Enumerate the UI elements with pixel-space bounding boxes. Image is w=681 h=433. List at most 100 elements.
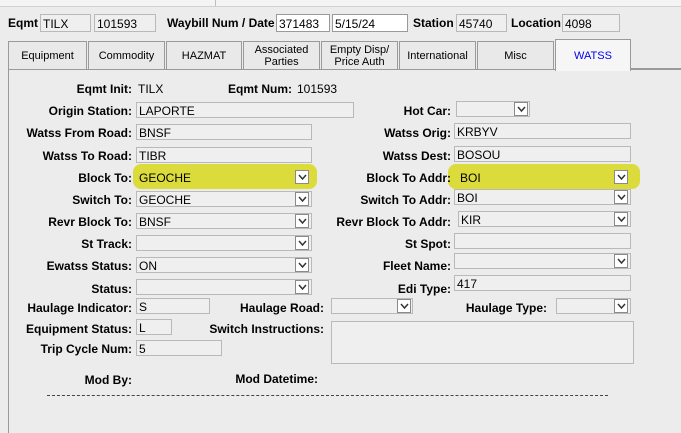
ewatss-status-label: Ewatss Status:: [46, 259, 132, 273]
haulage-indicator-field[interactable]: S: [136, 298, 210, 314]
tab-associated-parties-label: Associated Parties: [254, 43, 309, 68]
block-to-dropdown[interactable]: [295, 170, 309, 184]
chevron-down-icon: [298, 196, 307, 203]
chevron-down-icon: [298, 284, 307, 291]
watss-to-road-label: Watss To Road:: [42, 149, 132, 163]
st-spot-field[interactable]: [454, 233, 631, 249]
eqmt-label: Eqmt: [8, 16, 38, 30]
switch-to-addr-dropdown[interactable]: [614, 190, 628, 204]
switch-to-addr-label: Switch To Addr:: [360, 193, 451, 207]
hot-car-dropdown[interactable]: [514, 102, 528, 116]
st-track-select[interactable]: [136, 235, 312, 251]
tab-hazmat[interactable]: HAZMAT: [166, 41, 242, 69]
watss-orig-field[interactable]: KRBYV: [454, 123, 631, 139]
waybill-label: Waybill Num / Date: [167, 16, 275, 30]
origin-station-label: Origin Station:: [48, 104, 132, 118]
ewatss-status-dropdown[interactable]: [295, 258, 309, 272]
eqmt-init-value: TILX: [138, 82, 164, 96]
top-strip: [0, 0, 681, 7]
location-label: Location: [511, 16, 561, 30]
haulage-type-dropdown[interactable]: [614, 299, 628, 313]
eqmt-num-label: Eqmt Num:: [228, 82, 292, 96]
trip-cycle-num-field[interactable]: 5: [136, 340, 222, 356]
watss-from-road-label: Watss From Road:: [26, 126, 132, 140]
block-to-addr-select[interactable]: BOI: [458, 170, 628, 186]
revr-block-to-select[interactable]: BNSF: [136, 213, 312, 229]
station-label: Station: [413, 16, 454, 30]
revr-block-to-label: Revr Block To:: [48, 215, 132, 229]
location-field[interactable]: 4098: [562, 14, 620, 32]
revr-block-to-addr-select[interactable]: KIR: [458, 211, 631, 227]
chevron-down-icon: [298, 218, 307, 225]
tab-misc-label: Misc: [504, 49, 527, 62]
revr-block-to-addr-dropdown[interactable]: [614, 212, 628, 226]
watss-dest-label: Watss Dest:: [382, 149, 451, 163]
st-spot-label: St Spot:: [405, 237, 451, 251]
watss-from-road-field[interactable]: BNSF: [136, 124, 312, 140]
switch-instructions-field[interactable]: [331, 321, 634, 364]
block-to-label: Block To:: [78, 171, 132, 185]
status-dropdown[interactable]: [295, 280, 309, 294]
tab-equipment[interactable]: Equipment: [8, 41, 87, 69]
tab-associated-parties[interactable]: Associated Parties: [243, 41, 320, 69]
edi-type-label: Edi Type:: [397, 282, 451, 296]
fleet-name-dropdown[interactable]: [614, 254, 628, 268]
tab-empty-disp-label: Empty Disp/ Price Auth: [329, 43, 390, 68]
tab-commodity[interactable]: Commodity: [88, 41, 165, 69]
station-field[interactable]: 45740: [456, 14, 507, 32]
chevron-down-icon: [298, 174, 307, 181]
haulage-road-label: Haulage Road:: [239, 301, 324, 315]
tab-watss-label: WATSS: [574, 49, 612, 62]
chevron-down-icon: [617, 174, 626, 181]
tab-empty-disp-price-auth[interactable]: Empty Disp/ Price Auth: [321, 41, 398, 69]
chevron-down-icon: [400, 303, 409, 310]
equipment-status-field[interactable]: L: [136, 319, 172, 335]
block-to-select[interactable]: GEOCHE: [137, 170, 307, 186]
trip-cycle-num-label: Trip Cycle Num:: [40, 342, 132, 356]
chevron-down-icon: [617, 216, 626, 223]
watss-dest-field[interactable]: BOSOU: [454, 146, 631, 162]
origin-station-field[interactable]: LAPORTE: [136, 102, 354, 118]
waybill-num-field[interactable]: 371483: [276, 14, 330, 32]
top-strip-divider: [215, 0, 216, 6]
tab-watss[interactable]: WATSS: [555, 39, 631, 71]
tab-international[interactable]: International: [399, 41, 476, 69]
header-eqmt-num-field[interactable]: 101593: [94, 14, 156, 32]
edi-type-field[interactable]: 417: [454, 275, 631, 291]
hot-car-label: Hot Car:: [403, 104, 451, 118]
haulage-road-dropdown[interactable]: [397, 299, 411, 313]
tab-equipment-label: Equipment: [21, 49, 74, 62]
fleet-name-select[interactable]: [454, 253, 631, 269]
switch-to-label: Switch To:: [72, 193, 132, 207]
mod-by-label: Mod By:: [84, 373, 132, 387]
st-track-dropdown[interactable]: [295, 236, 309, 250]
tab-commodity-label: Commodity: [98, 49, 155, 62]
block-to-addr-label: Block To Addr:: [366, 171, 451, 185]
status-label: Status:: [91, 282, 132, 296]
header-eqmt-init-field[interactable]: TILX: [40, 14, 91, 32]
fleet-name-label: Fleet Name:: [382, 259, 451, 273]
chevron-down-icon: [298, 240, 307, 247]
eqmt-init-label: Eqmt Init:: [76, 82, 132, 96]
switch-to-select[interactable]: GEOCHE: [136, 191, 312, 207]
revr-block-to-dropdown[interactable]: [295, 214, 309, 228]
block-to-addr-dropdown[interactable]: [614, 170, 628, 184]
revr-block-to-addr-label: Revr Block To Addr:: [336, 215, 451, 229]
switch-to-addr-select[interactable]: BOI: [454, 189, 631, 205]
chevron-down-icon: [298, 262, 307, 269]
equipment-status-label: Equipment Status:: [25, 322, 132, 336]
mod-datetime-label: Mod Datetime:: [235, 372, 318, 386]
switch-to-dropdown[interactable]: [295, 192, 309, 206]
switch-instructions-label: Switch Instructions:: [209, 322, 324, 336]
chevron-down-icon: [617, 194, 626, 201]
tab-hazmat-label: HAZMAT: [181, 49, 227, 62]
ewatss-status-select[interactable]: ON: [136, 257, 312, 273]
chevron-down-icon: [617, 303, 626, 310]
tab-international-label: International: [407, 49, 468, 62]
chevron-down-icon: [617, 258, 626, 265]
tab-misc[interactable]: Misc: [477, 41, 554, 69]
status-select[interactable]: [136, 279, 312, 295]
waybill-date-field[interactable]: 5/15/24: [332, 14, 408, 32]
watss-to-road-field[interactable]: TIBR: [136, 147, 312, 163]
st-track-label: St Track:: [81, 237, 132, 251]
